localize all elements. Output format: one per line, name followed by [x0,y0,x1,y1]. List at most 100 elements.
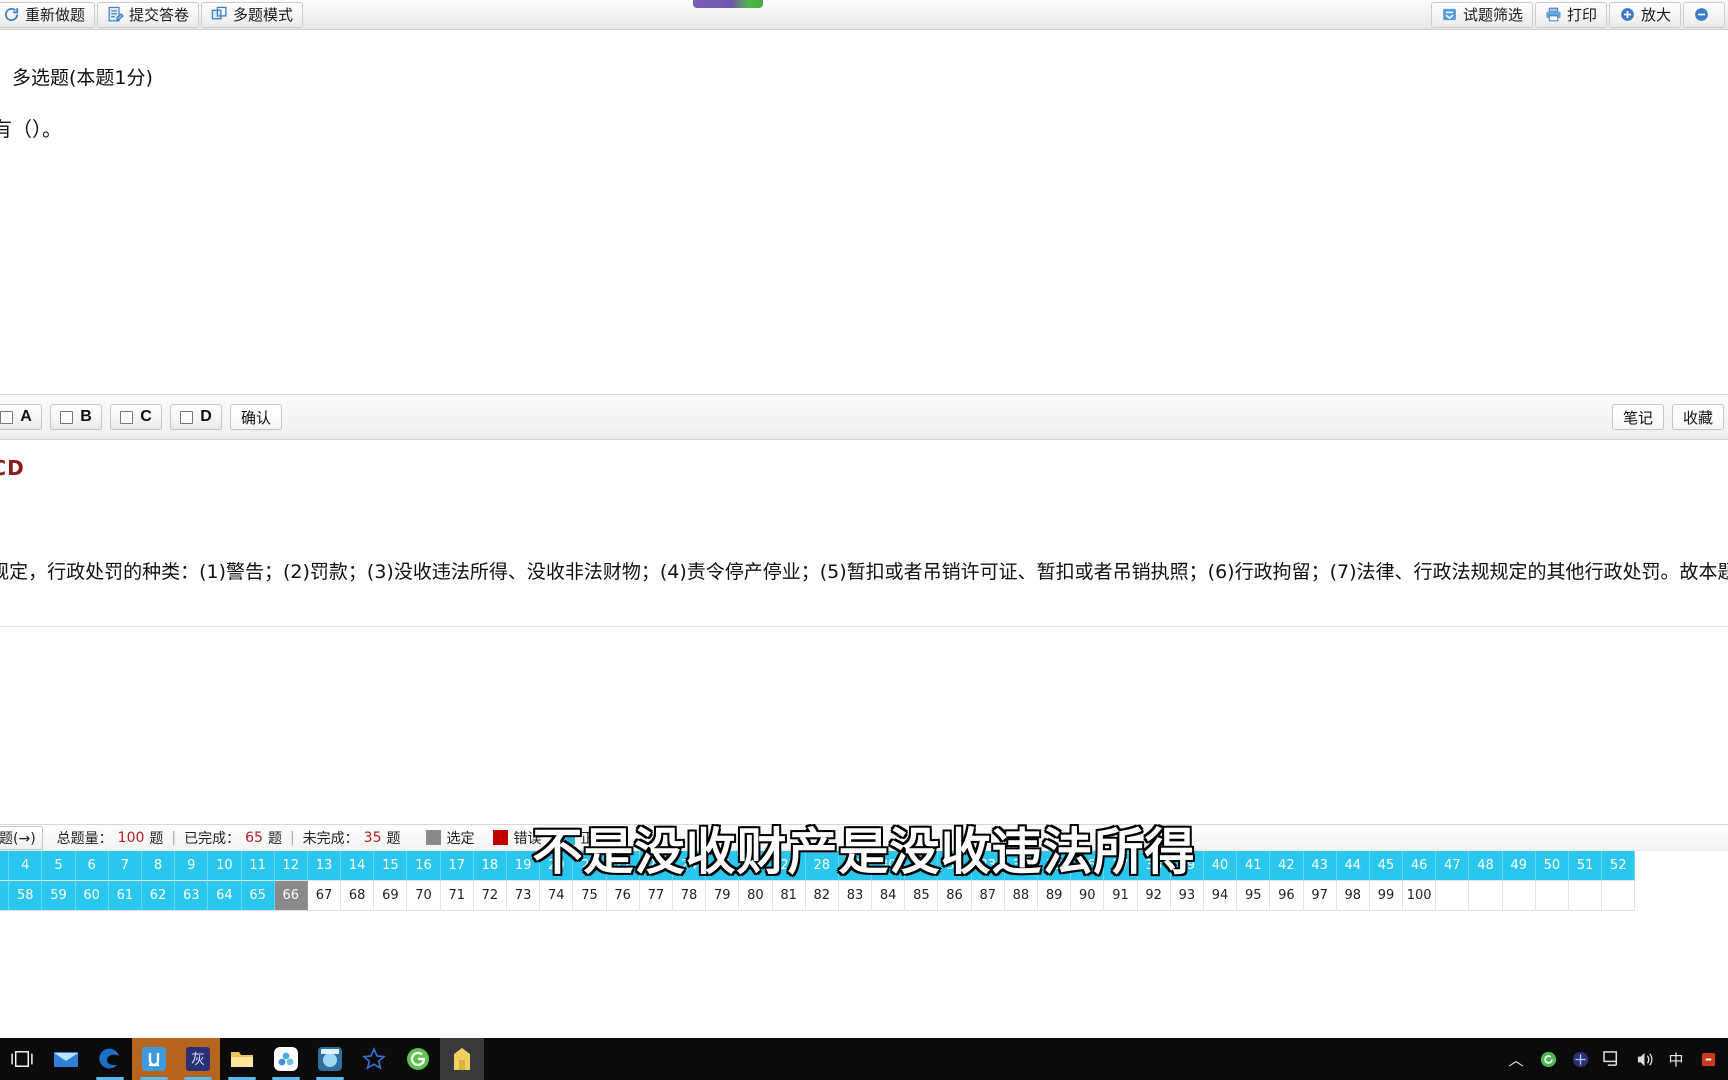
question-cell-60[interactable]: 60 [75,881,109,911]
question-cell-64[interactable]: 64 [208,881,242,911]
question-cell-25[interactable]: 25 [706,851,740,881]
question-cell-49[interactable]: 49 [1502,851,1536,881]
question-cell-58[interactable]: 58 [9,881,43,911]
next-question-button[interactable]: 一题(→) [0,825,43,850]
question-cell-92[interactable]: 92 [1137,881,1171,911]
question-cell-66[interactable]: 66 [274,881,308,911]
script-app-icon[interactable]: 灰 [176,1038,220,1080]
confirm-button[interactable]: 确认 [230,404,282,430]
question-cell-98[interactable]: 98 [1336,881,1370,911]
question-cell-39[interactable]: 39 [1170,851,1204,881]
choice-button-a[interactable]: A [0,404,42,430]
question-cell-38[interactable]: 38 [1137,851,1171,881]
question-cell-57[interactable]: 57 [0,881,10,911]
question-cell-70[interactable]: 70 [407,881,441,911]
question-cell-32[interactable]: 32 [938,851,972,881]
question-cell-18[interactable]: 18 [473,851,507,881]
question-cell-31[interactable]: 31 [905,851,939,881]
question-cell-6[interactable]: 6 [75,851,109,881]
zoom-in-button[interactable]: 放大 [1608,1,1681,28]
question-cell-5[interactable]: 5 [42,851,76,881]
question-cell-63[interactable]: 63 [175,881,209,911]
question-cell-11[interactable]: 11 [241,851,275,881]
question-cell-42[interactable]: 42 [1270,851,1304,881]
question-cell-13[interactable]: 13 [307,851,342,881]
checkbox-a-icon[interactable] [0,410,14,424]
question-cell-35[interactable]: 35 [1038,851,1072,881]
question-cell-21[interactable]: 21 [573,851,607,881]
question-cell-48[interactable]: 48 [1469,851,1503,881]
green-tray-icon[interactable] [1538,1049,1558,1069]
question-cell-89[interactable]: 89 [1038,881,1072,911]
choice-button-c[interactable]: C [110,404,162,430]
question-cell-86[interactable]: 86 [938,881,972,911]
checkbox-b-icon[interactable] [60,410,74,424]
redo-quiz-button[interactable]: 重新做题 [0,1,96,28]
question-cell-84[interactable]: 84 [872,881,906,911]
question-cell-95[interactable]: 95 [1237,881,1271,911]
question-cell-94[interactable]: 94 [1203,881,1238,911]
question-cell-22[interactable]: 22 [606,851,640,881]
ime-indicator[interactable]: 中 [1666,1049,1686,1069]
show-hidden-icons-chevron[interactable]: ︿ [1506,1049,1526,1069]
question-cell-90[interactable]: 90 [1071,881,1105,911]
checkbox-d-icon[interactable] [180,410,194,424]
question-cell-85[interactable]: 85 [905,881,939,911]
note-button[interactable]: 笔记 [1612,404,1664,430]
question-cell-40[interactable]: 40 [1203,851,1238,881]
question-cell-87[interactable]: 87 [971,881,1005,911]
question-cell-8[interactable]: 8 [141,851,176,881]
question-cell-81[interactable]: 81 [772,881,806,911]
question-cell-50[interactable]: 50 [1535,851,1569,881]
question-cell-51[interactable]: 51 [1569,851,1603,881]
question-cell-75[interactable]: 75 [573,881,607,911]
question-cell-43[interactable]: 43 [1303,851,1337,881]
volume-tray-icon[interactable] [1634,1049,1654,1069]
green-browser-icon[interactable] [396,1038,440,1080]
multi-question-mode-button[interactable]: 多题模式 [201,1,304,28]
question-cell-10[interactable]: 10 [208,851,242,881]
cloud-app-icon[interactable] [264,1038,308,1080]
question-cell-73[interactable]: 73 [507,881,541,911]
question-cell-3[interactable]: 3 [0,851,10,881]
question-cell-47[interactable]: 47 [1436,851,1470,881]
question-cell-67[interactable]: 67 [307,881,342,911]
media-app-icon[interactable] [308,1038,352,1080]
question-cell-99[interactable]: 99 [1369,881,1404,911]
question-cell-65[interactable]: 65 [241,881,275,911]
question-cell-72[interactable]: 72 [473,881,507,911]
star-app-icon[interactable] [352,1038,396,1080]
question-cell-26[interactable]: 26 [739,851,773,881]
task-view-icon[interactable] [0,1038,44,1080]
submit-paper-button[interactable]: 提交答卷 [97,1,200,28]
question-cell-24[interactable]: 24 [672,851,707,881]
question-cell-82[interactable]: 82 [805,881,839,911]
question-cell-19[interactable]: 19 [507,851,541,881]
file-explorer-icon[interactable] [220,1038,264,1080]
question-cell-41[interactable]: 41 [1237,851,1271,881]
question-cell-93[interactable]: 93 [1170,881,1204,911]
question-cell-80[interactable]: 80 [739,881,773,911]
choice-button-b[interactable]: B [50,404,102,430]
yellow-app-icon[interactable] [440,1038,484,1080]
checkbox-c-icon[interactable] [120,410,134,424]
question-cell-69[interactable]: 69 [374,881,408,911]
display-tray-icon[interactable] [1602,1049,1622,1069]
question-cell-74[interactable]: 74 [540,881,574,911]
question-cell-4[interactable]: 4 [9,851,43,881]
question-cell-9[interactable]: 9 [175,851,209,881]
question-cell-15[interactable]: 15 [374,851,408,881]
question-cell-17[interactable]: 17 [440,851,474,881]
question-cell-68[interactable]: 68 [341,881,375,911]
question-cell-91[interactable]: 91 [1104,881,1138,911]
question-cell-97[interactable]: 97 [1303,881,1337,911]
question-cell-20[interactable]: 20 [540,851,574,881]
blue-app-icon[interactable] [132,1038,176,1080]
edge-browser-icon[interactable] [88,1038,132,1080]
question-cell-71[interactable]: 71 [440,881,474,911]
question-cell-33[interactable]: 33 [971,851,1005,881]
question-cell-23[interactable]: 23 [639,851,673,881]
question-cell-76[interactable]: 76 [606,881,640,911]
question-cell-61[interactable]: 61 [108,881,142,911]
question-cell-30[interactable]: 30 [872,851,906,881]
